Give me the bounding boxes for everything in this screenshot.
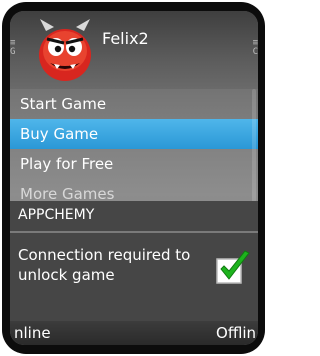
main-menu: Start Game Buy Game Play for Free More G… bbox=[10, 89, 258, 209]
app-title: Felix2 bbox=[102, 29, 149, 48]
green-check-icon bbox=[216, 250, 250, 284]
right-edge-glyph: ≡ C bbox=[252, 38, 258, 57]
dialog-divider bbox=[10, 231, 258, 233]
softkey-right[interactable]: Offlin bbox=[216, 324, 256, 342]
title-bar: ≡ G ≡ C Felix2 bbox=[10, 11, 258, 89]
left-edge-glyph: ≡ G bbox=[10, 38, 16, 57]
menu-scrollbar[interactable] bbox=[252, 89, 256, 209]
dialog-title: APPCHEMY bbox=[18, 207, 95, 223]
menu-item-play-for-free[interactable]: Play for Free bbox=[10, 149, 258, 179]
dialog-message: Connection required to unlock game bbox=[18, 246, 191, 284]
connection-dialog: APPCHEMY Connection required to unlock g… bbox=[10, 201, 258, 321]
menu-item-start-game[interactable]: Start Game bbox=[10, 89, 258, 119]
softkey-left[interactable]: nline bbox=[14, 324, 51, 342]
softkey-bar: nline Offlin bbox=[10, 321, 258, 345]
phone-frame: ≡ G ≡ C Felix2 Start Game Buy Game Play … bbox=[2, 2, 265, 354]
red-monster-icon bbox=[39, 19, 91, 81]
menu-item-buy-game[interactable]: Buy Game bbox=[10, 119, 258, 149]
screen: ≡ G ≡ C Felix2 Start Game Buy Game Play … bbox=[10, 11, 258, 345]
